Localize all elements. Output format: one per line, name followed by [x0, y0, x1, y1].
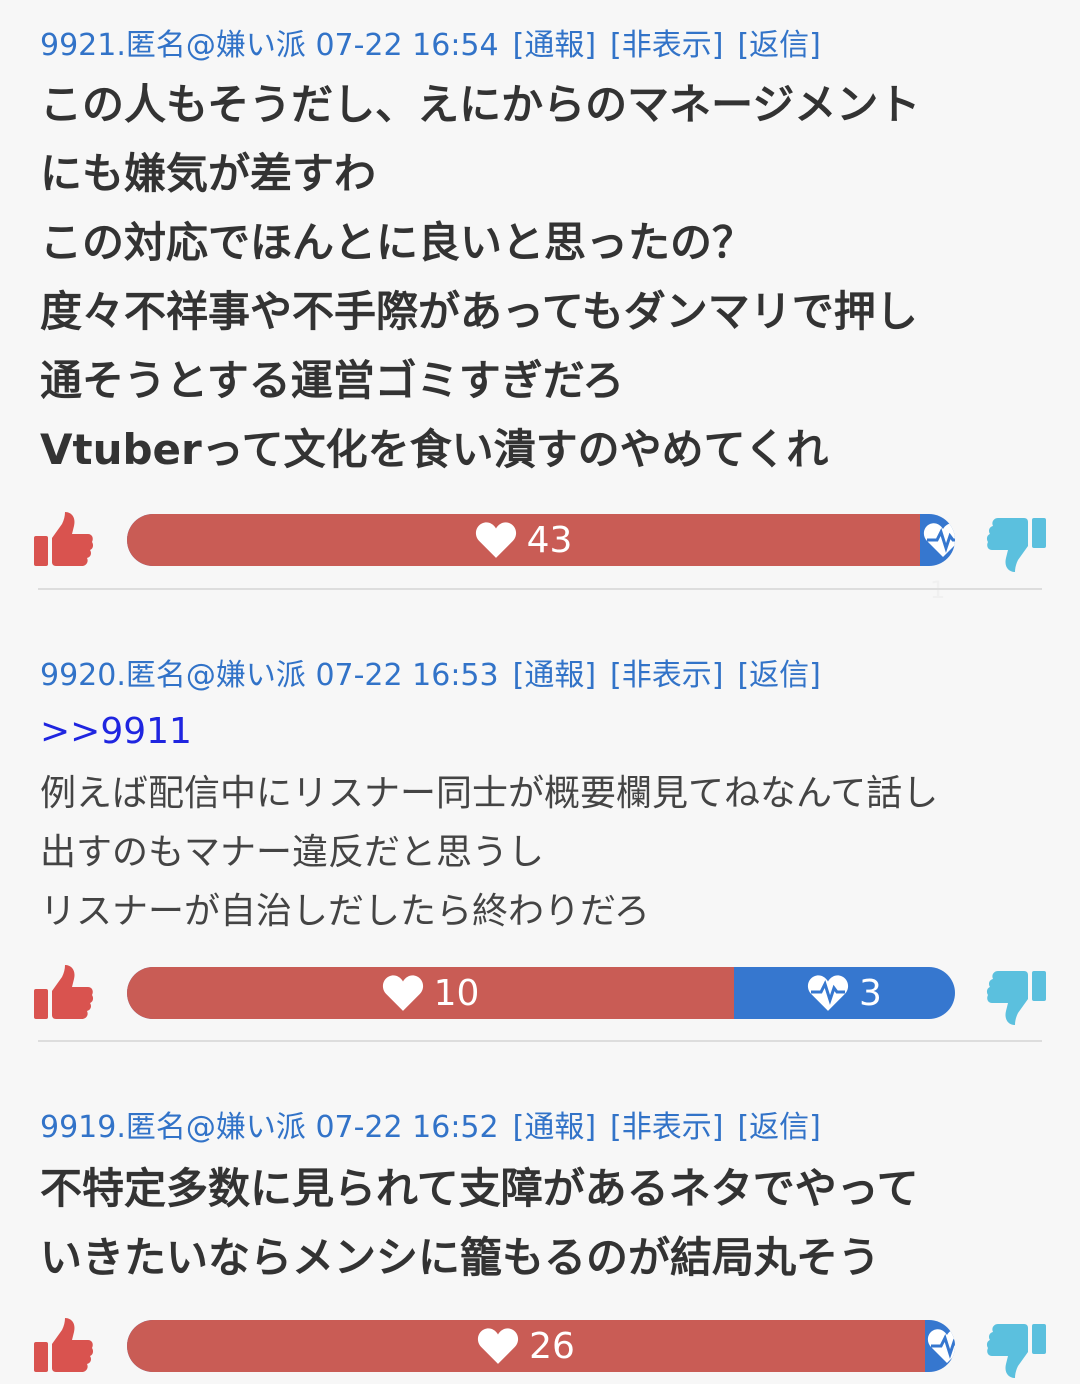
like-count-value: 43 — [526, 519, 573, 561]
post-author: 匿名@嫌い派 — [125, 658, 306, 693]
vote-bar: 26 — [127, 1320, 955, 1372]
reply-anchor-link[interactable]: >>9911 — [40, 710, 192, 754]
post-number: 9920. — [40, 658, 126, 693]
thumbs-down-icon[interactable] — [986, 1320, 1048, 1380]
like-count: 43 — [127, 514, 920, 566]
post-number: 9921. — [40, 28, 126, 63]
reply-link[interactable]: [返信] — [737, 28, 820, 63]
heartbeat-icon — [923, 522, 955, 558]
dislike-count: 1 — [930, 576, 946, 604]
post-datetime: 07-22 16:54 — [315, 28, 499, 63]
reply-link[interactable]: [返信] — [737, 658, 820, 693]
thumbs-down-icon[interactable] — [986, 967, 1048, 1027]
heart-icon — [475, 521, 517, 559]
thumbs-up-icon[interactable] — [32, 963, 94, 1023]
post-body: 例えば配信中にリスナー同士が概要欄見てねなんて話し 出すのもマナー違反だと思うし… — [40, 773, 939, 932]
post-datetime: 07-22 16:53 — [315, 658, 499, 693]
like-count: 26 — [127, 1320, 925, 1372]
reply-link[interactable]: [返信] — [737, 1110, 820, 1145]
hide-link[interactable]: [非表示] — [610, 1110, 723, 1145]
post-body: この人もそうだし、えにからのマネージメント にも嫌気が差すわ この対応でほんとに… — [40, 80, 921, 474]
post-body: 不特定多数に見られて支障があるネタでやって いきたいならメンシに籠もるのが結局丸… — [40, 1164, 919, 1282]
vote-bar: 43 — [127, 514, 955, 566]
heart-icon — [477, 1327, 519, 1365]
dislike-count: 3 — [734, 967, 955, 1019]
vote-row: 43 1 — [0, 510, 1080, 604]
post-meta: 9920.匿名@嫌い派 07-22 16:53 [通報] [非表示] [返信] — [40, 656, 821, 696]
report-link[interactable]: [通報] — [513, 1110, 596, 1145]
thumbs-down-icon[interactable] — [986, 514, 1048, 574]
divider — [38, 588, 1042, 590]
thumbs-up-icon[interactable] — [32, 510, 94, 570]
post-author: 匿名@嫌い派 — [125, 28, 306, 63]
report-link[interactable]: [通報] — [513, 28, 596, 63]
hide-link[interactable]: [非表示] — [610, 658, 723, 693]
heartbeat-icon — [927, 1328, 955, 1364]
vote-row: 26 — [0, 1316, 1080, 1376]
thumbs-up-icon[interactable] — [32, 1316, 94, 1376]
post-datetime: 07-22 16:52 — [315, 1110, 499, 1145]
post-author: 匿名@嫌い派 — [125, 1110, 306, 1145]
post-meta: 9919.匿名@嫌い派 07-22 16:52 [通報] [非表示] [返信] — [40, 1108, 821, 1148]
divider — [38, 1040, 1042, 1042]
like-count-value: 10 — [433, 972, 480, 1014]
post-number: 9919. — [40, 1110, 126, 1145]
like-count: 10 — [127, 967, 734, 1019]
report-link[interactable]: [通報] — [513, 658, 596, 693]
vote-row: 10 3 — [0, 963, 1080, 1023]
like-count-value: 26 — [529, 1325, 575, 1367]
heartbeat-icon — [807, 974, 849, 1012]
post-meta: 9921.匿名@嫌い派 07-22 16:54 [通報] [非表示] [返信] — [40, 26, 821, 66]
vote-bar: 10 3 — [127, 967, 955, 1019]
dislike-count-value: 3 — [859, 972, 882, 1014]
heart-icon — [382, 974, 424, 1012]
hide-link[interactable]: [非表示] — [610, 28, 723, 63]
